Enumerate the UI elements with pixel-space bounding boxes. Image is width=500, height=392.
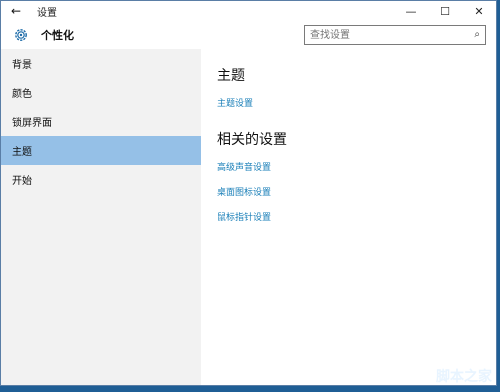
related-settings-heading: 相关的设置 [217, 132, 287, 148]
gear-icon [11, 25, 31, 45]
title-bar: ← 设置 — ☐ ✕ [1, 1, 496, 21]
minimize-button[interactable]: — [394, 1, 428, 21]
back-button[interactable]: ← [1, 1, 31, 21]
watermark-domain: jb51.net [435, 352, 492, 366]
page-header: 个性化 ⌕ [1, 21, 496, 49]
theme-settings-link[interactable]: 主题设置 [217, 96, 496, 109]
desktop-icon-settings-link[interactable]: 桌面图标设置 [217, 185, 496, 198]
maximize-icon: ☐ [440, 4, 450, 18]
maximize-button[interactable]: ☐ [428, 1, 462, 21]
app-title: 设置 [37, 7, 57, 19]
watermark: jb51.net 脚本之家 [436, 352, 492, 386]
sidebar-item-lock-screen[interactable]: 锁屏界面 [1, 107, 201, 136]
sidebar-item-colors[interactable]: 颜色 [1, 78, 201, 107]
advanced-sound-settings-link[interactable]: 高级声音设置 [217, 160, 496, 173]
close-button[interactable]: ✕ [462, 1, 496, 21]
search-input[interactable] [305, 28, 462, 42]
search-icon[interactable]: ⌕ [474, 29, 480, 40]
mouse-pointer-settings-link[interactable]: 鼠标指针设置 [217, 210, 496, 223]
window-controls: — ☐ ✕ [394, 1, 496, 21]
minimize-icon: — [405, 4, 417, 18]
themes-heading: 主题 [217, 68, 245, 84]
main-content: 主题 主题设置 相关的设置 高级声音设置 桌面图标设置 鼠标指针设置 [217, 49, 496, 385]
sidebar: 背景 颜色 锁屏界面 主题 开始 [1, 49, 201, 385]
sidebar-item-themes[interactable]: 主题 [1, 136, 201, 165]
settings-window: ← 设置 — ☐ ✕ 个性化 ⌕ 背景 [0, 0, 497, 386]
sidebar-item-start[interactable]: 开始 [1, 165, 201, 194]
sidebar-item-background[interactable]: 背景 [1, 49, 201, 78]
close-icon: ✕ [474, 4, 484, 18]
back-arrow-icon: ← [10, 4, 22, 18]
watermark-logo: 脚本之家 [436, 369, 492, 385]
page-title: 个性化 [41, 29, 74, 42]
search-box[interactable]: ⌕ [304, 25, 486, 45]
